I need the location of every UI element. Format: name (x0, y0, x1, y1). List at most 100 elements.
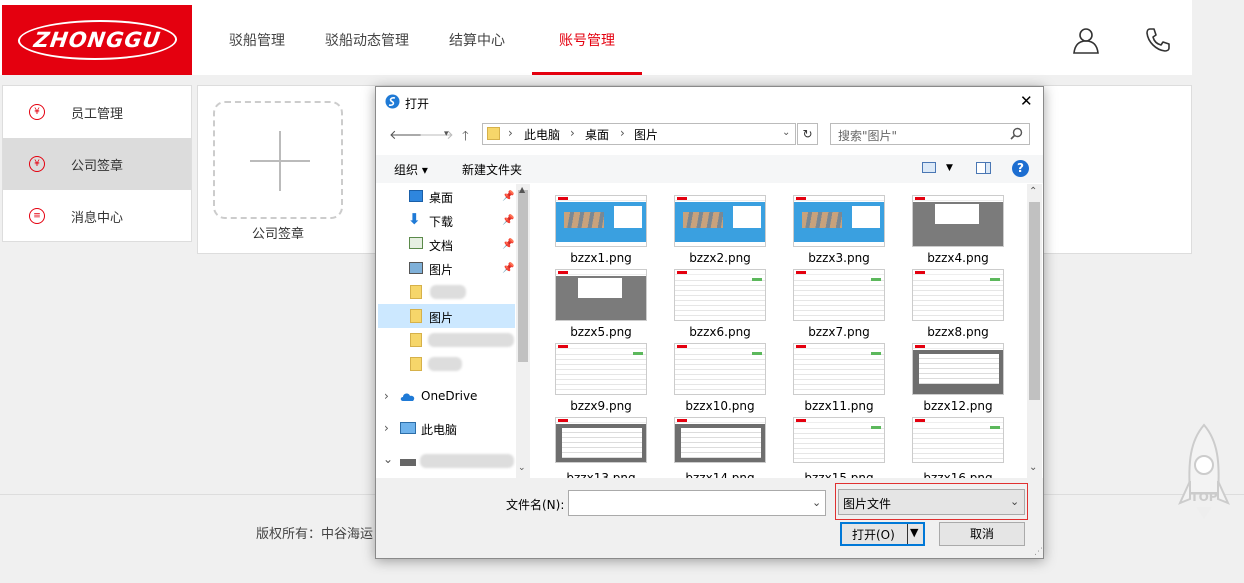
nav-item-pictures[interactable]: 图片 (429, 261, 453, 278)
search-icon[interactable] (1010, 127, 1023, 140)
view-options-icon[interactable] (922, 162, 936, 173)
collapse-chevron-icon[interactable]: ⌄ (383, 452, 393, 466)
pin-icon: 📌 (502, 239, 515, 250)
desktop-icon (409, 190, 423, 202)
organize-menu[interactable]: 组织 ▾ (394, 161, 428, 178)
file-name: bzzx3.png (808, 251, 870, 265)
split-separator (907, 524, 908, 544)
folder-icon (487, 127, 500, 140)
sidebar-item-staff[interactable]: ¥ 员工管理 (3, 86, 191, 138)
back-to-top-rocket-icon[interactable]: TOP (1178, 423, 1230, 521)
chevron-down-icon[interactable]: ▼ (946, 163, 953, 173)
search-placeholder: 搜索"图片" (838, 129, 898, 143)
preview-pane-icon[interactable] (976, 162, 991, 174)
close-icon[interactable]: ✕ (1020, 92, 1033, 110)
chevron-right-icon: › (570, 126, 575, 140)
redacted-drive-name (420, 454, 514, 468)
sidebar: ¥ 员工管理 ¥ 公司签章 ≡ 消息中心 (2, 85, 192, 242)
redacted-folder-name (428, 357, 462, 371)
sidebar-item-company-seal[interactable]: ¥ 公司签章 (3, 138, 191, 190)
folder-icon (410, 333, 422, 347)
expand-chevron-icon[interactable]: › (384, 389, 389, 403)
file-thumbnail[interactable] (674, 417, 766, 463)
nav-item-this-pc[interactable]: 此电脑 (421, 421, 457, 438)
recent-locations-chevron-icon[interactable]: ▾ (444, 129, 449, 139)
file-thumbnail[interactable] (912, 343, 1004, 395)
pin-icon: 📌 (502, 191, 515, 202)
plus-icon-vertical (279, 131, 281, 191)
scroll-down-icon[interactable]: ⌄ (518, 463, 526, 473)
cancel-button[interactable]: 取消 (939, 522, 1025, 546)
folder-icon (410, 285, 422, 299)
expand-chevron-icon[interactable]: › (384, 421, 389, 435)
redacted-folder-name (428, 333, 514, 347)
app-logo-icon (385, 94, 400, 109)
open-dropdown-icon[interactable]: ▼ (910, 526, 918, 539)
file-name: bzzx10.png (685, 399, 755, 413)
file-thumbnail[interactable] (793, 343, 885, 395)
nav-settlement-center[interactable]: 结算中心 (449, 30, 505, 50)
scroll-down-icon[interactable]: ⌄ (1029, 462, 1037, 473)
file-thumbnail[interactable] (912, 195, 1004, 247)
brand-logo[interactable]: ZHONGGU (2, 5, 192, 75)
file-thumbnail[interactable] (674, 343, 766, 395)
file-name: bzzx7.png (808, 325, 870, 339)
file-thumbnail[interactable] (555, 343, 647, 395)
nav-item-onedrive[interactable]: OneDrive (421, 389, 477, 403)
file-grid-scroll-thumb[interactable] (1029, 202, 1040, 400)
user-icon[interactable] (1071, 25, 1101, 55)
footer-copyright: 版权所有：中谷海运 (256, 527, 374, 542)
filename-input[interactable] (568, 490, 826, 516)
sidebar-item-label: 员工管理 (71, 106, 124, 122)
nav-item-pictures-folder[interactable]: 图片 (429, 309, 453, 326)
download-icon: ⬇ (408, 210, 421, 228)
nav-barge-dynamics[interactable]: 驳船动态管理 (325, 30, 409, 50)
phone-icon[interactable] (1143, 25, 1173, 55)
file-name: bzzx8.png (927, 325, 989, 339)
nav-item-desktop[interactable]: 桌面 (429, 189, 453, 206)
chevron-down-icon[interactable]: ⌄ (1010, 495, 1019, 508)
up-arrow-icon[interactable]: 🡑 (462, 127, 469, 149)
nav-item-downloads[interactable]: 下载 (429, 213, 453, 230)
nav-barge-management[interactable]: 驳船管理 (229, 30, 285, 50)
filetype-value: 图片文件 (843, 497, 892, 511)
chevron-down-icon[interactable]: ⌄ (782, 127, 790, 138)
breadcrumb-pictures[interactable]: 图片 (634, 126, 658, 143)
scroll-up-icon[interactable]: ▲ (519, 185, 525, 194)
add-card-label: 公司签章 (251, 227, 304, 242)
file-thumbnail[interactable] (555, 417, 647, 463)
scroll-up-icon[interactable]: ⌃ (1029, 186, 1037, 197)
file-thumbnail[interactable] (674, 195, 766, 247)
breadcrumb-desktop[interactable]: 桌面 (585, 126, 609, 143)
nav-account-management[interactable]: 账号管理 (559, 30, 615, 50)
file-thumbnail[interactable] (793, 269, 885, 321)
new-folder-button[interactable]: 新建文件夹 (462, 161, 522, 178)
file-thumbnail[interactable] (555, 269, 647, 321)
file-name: bzzx2.png (689, 251, 751, 265)
nav-item-documents[interactable]: 文档 (429, 237, 453, 254)
pin-icon: 📌 (502, 263, 515, 274)
file-name: bzzx6.png (689, 325, 751, 339)
sidebar-item-messages[interactable]: ≡ 消息中心 (3, 190, 191, 242)
sidebar-item-label: 消息中心 (71, 210, 124, 226)
add-seal-card[interactable] (213, 101, 343, 219)
breadcrumb-this-pc[interactable]: 此电脑 (524, 126, 560, 143)
file-thumbnail[interactable] (793, 417, 885, 463)
nav-pane-scroll-thumb[interactable] (518, 190, 528, 362)
refresh-icon[interactable]: ↻ (797, 123, 818, 145)
file-name: bzzx5.png (570, 325, 632, 339)
filename-label: 文件名(N): (506, 498, 565, 512)
logo-text: ZHONGGU (14, 20, 180, 60)
document-icon (409, 237, 423, 249)
drive-icon (400, 459, 416, 466)
file-thumbnail[interactable] (912, 417, 1004, 463)
yen-icon: ¥ (29, 104, 45, 120)
file-thumbnail[interactable] (793, 195, 885, 247)
file-thumbnail[interactable] (555, 195, 647, 247)
chevron-down-icon[interactable]: ⌄ (812, 496, 821, 509)
file-thumbnail[interactable] (674, 269, 766, 321)
file-thumbnail[interactable] (912, 269, 1004, 321)
resize-grip-icon[interactable]: ⋰ (1034, 547, 1043, 557)
help-icon[interactable]: ? (1012, 160, 1029, 177)
file-name: bzzx4.png (927, 251, 989, 265)
